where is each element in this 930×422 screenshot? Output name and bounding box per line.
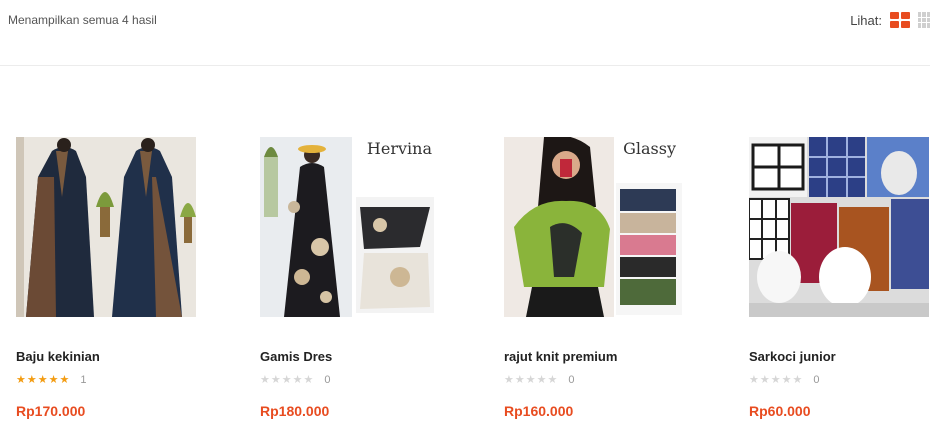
rating-count: 0 [813, 373, 820, 386]
rating-stars: ★★★★★ [504, 374, 559, 386]
product-image[interactable]: Hervina [260, 137, 440, 317]
product-price: Rp180.000 [260, 403, 330, 419]
shop-toolbar: Menampilkan semua 4 hasil Lihat: [0, 0, 930, 66]
rating-stars: ★★★★★ [16, 374, 71, 386]
product-rating: ★★★★★ 1 [16, 373, 87, 387]
list-view-icon[interactable] [918, 12, 930, 28]
product-name[interactable]: rajut knit premium [504, 349, 617, 364]
product-card[interactable]: Baju kekinian ★★★★★ 1 Rp170.000 [16, 137, 198, 419]
rating-count: 0 [324, 373, 331, 386]
product-image[interactable] [749, 137, 929, 317]
product-image[interactable] [16, 137, 196, 317]
product-image[interactable]: Glassy [504, 137, 684, 317]
rating-stars: ★★★★★ [749, 374, 804, 386]
product-rating: ★★★★★ 0 [260, 373, 331, 387]
rating-count: 1 [80, 373, 87, 386]
product-rating: ★★★★★ 0 [749, 373, 820, 387]
product-card[interactable]: Hervina Gamis Dres ★★★★★ 0 Rp180.000 [260, 137, 442, 419]
product-name[interactable]: Baju kekinian [16, 349, 100, 364]
rating-count: 0 [568, 373, 575, 386]
product-price: Rp60.000 [749, 403, 811, 419]
product-name[interactable]: Gamis Dres [260, 349, 332, 364]
result-count: Menampilkan semua 4 hasil [8, 13, 157, 27]
product-price: Rp170.000 [16, 403, 86, 419]
grid-view-icon[interactable] [890, 12, 910, 28]
view-switcher: Lihat: [850, 10, 930, 30]
product-name[interactable]: Sarkoci junior [749, 349, 836, 364]
product-price: Rp160.000 [504, 403, 574, 419]
product-card[interactable]: Sarkoci junior ★★★★★ 0 Rp60.000 [749, 137, 930, 419]
image-caption: Glassy [623, 139, 676, 158]
rating-stars: ★★★★★ [260, 374, 315, 386]
view-label: Lihat: [850, 12, 882, 28]
product-card[interactable]: Glassy rajut knit premium ★★★★★ 0 Rp160.… [504, 137, 686, 419]
image-caption: Hervina [366, 139, 432, 158]
product-rating: ★★★★★ 0 [504, 373, 575, 387]
